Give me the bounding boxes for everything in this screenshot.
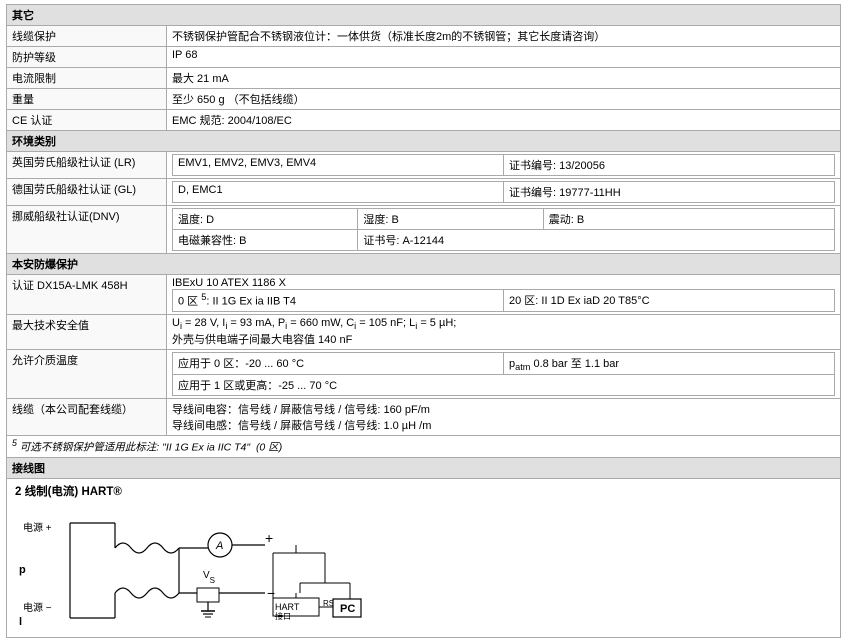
dnv-vibration: 震动: B: [543, 209, 834, 230]
wiring-diagram-svg: 电源 + p 电源 − l: [15, 503, 395, 633]
value-max-safety: Ui = 28 V, Ii = 93 mA, Pi = 660 mW, Ci =…: [167, 314, 841, 349]
wiring-subtitle: 2 线制(电流) HART®: [15, 483, 832, 499]
label-lr: 英国劳氏船级社认证 (LR): [7, 152, 167, 179]
table-row: 重量 至少 650 g （不包括线缆）: [7, 89, 841, 110]
label-current-limit: 电流限制: [7, 68, 167, 89]
label-cable: 线缆（本公司配套线缆）: [7, 399, 167, 436]
cert-line1: IBExU 10 ATEX 1186 X: [172, 277, 835, 289]
dnv-humidity: 湿度: B: [358, 209, 543, 230]
table-row: 英国劳氏船级社认证 (LR) EMV1, EMV2, EMV3, EMV4 证书…: [7, 152, 841, 179]
temp-patm: patm 0.8 bar 至 1.1 bar: [504, 352, 835, 374]
dnv-emc: 电磁兼容性: B: [173, 230, 358, 251]
value-current-limit: 最大 21 mA: [167, 68, 841, 89]
cable-capacitance: 导线间电容：信号线 / 屏蔽信号线 / 信号线: 160 pF/m: [172, 401, 835, 417]
value-cable-protection: 不锈钢保护管配合不锈钢液位计：一体供货（标准长度2m的不锈钢管；其它长度请咨询）: [167, 26, 841, 47]
label-cable-protection: 线缆保护: [7, 26, 167, 47]
table-row: 德国劳氏船级社认证 (GL) D, EMC1 证书编号: 19777-11HH: [7, 179, 841, 206]
section-environment-header: 环境类别: [7, 131, 841, 152]
section-other-title: 其它: [7, 5, 841, 26]
wiring-diagram-row: 2 线制(电流) HART® 电源 + p 电源 − l: [7, 478, 841, 637]
value-ce: EMC 规范: 2004/108/EC: [167, 110, 841, 131]
value-weight: 至少 650 g （不包括线缆）: [167, 89, 841, 110]
value-protection-level: IP 68: [167, 47, 841, 68]
section-intrinsic-title: 本安防爆保护: [7, 254, 841, 275]
table-row: 线缆保护 不锈钢保护管配合不锈钢液位计：一体供货（标准长度2m的不锈钢管；其它长…: [7, 26, 841, 47]
temp-zone1: 应用于 1 区或更高：-25 ... 70 °C: [173, 375, 835, 396]
safety-line1: Ui = 28 V, Ii = 93 mA, Pi = 660 mW, Ci =…: [172, 317, 835, 331]
table-row: 线缆（本公司配套线缆） 导线间电容：信号线 / 屏蔽信号线 / 信号线: 160…: [7, 399, 841, 436]
svg-hart-label: HART: [275, 602, 300, 612]
svg-hart-box-small: [197, 588, 219, 602]
lr-cert-num: 证书编号: 13/20056: [504, 155, 835, 176]
label-dnv: 挪威船级社认证(DNV): [7, 206, 167, 254]
value-temp: 应用于 0 区：-20 ... 60 °C patm 0.8 bar 至 1.1…: [167, 349, 841, 398]
temp-zone0: 应用于 0 区：-20 ... 60 °C: [173, 352, 504, 374]
label-weight: 重量: [7, 89, 167, 110]
gl-cert-num: 证书编号: 19777-11HH: [504, 182, 835, 203]
value-cable: 导线间电容：信号线 / 屏蔽信号线 / 信号线: 160 pF/m 导线间电感：…: [167, 399, 841, 436]
section-other-header: 其它: [7, 5, 841, 26]
svg-plus-sym: +: [265, 530, 273, 546]
value-lr: EMV1, EMV2, EMV3, EMV4 证书编号: 13/20056: [167, 152, 841, 179]
label-temp: 允许介质温度: [7, 349, 167, 398]
svg-ammeter-label: A: [215, 540, 223, 552]
intrinsic-note-row: 5 可选不锈钢保护管适用此标注: "II 1G Ex ia IIC T4" (0…: [7, 436, 841, 458]
page-wrapper: 其它 线缆保护 不锈钢保护管配合不锈钢液位计：一体供货（标准长度2m的不锈钢管；…: [0, 0, 847, 642]
svg-vs-label: VS: [203, 570, 215, 585]
label-max-safety: 最大技术安全值: [7, 314, 167, 349]
section-intrinsic-header: 本安防爆保护: [7, 254, 841, 275]
svg-hart-interface-label: 接口: [275, 611, 291, 621]
svg-pc-label: PC: [340, 603, 355, 615]
table-row: 电流限制 最大 21 mA: [7, 68, 841, 89]
label-ce: CE 认证: [7, 110, 167, 131]
svg-power-minus: 电源 −: [23, 601, 52, 614]
svg-power-plus: 电源 +: [23, 521, 52, 534]
table-row: 允许介质温度 应用于 0 区：-20 ... 60 °C patm 0.8 ba…: [7, 349, 841, 398]
label-gl: 德国劳氏船级社认证 (GL): [7, 179, 167, 206]
value-cert-dx15a: IBExU 10 ATEX 1186 X 0 区 5: II 1G Ex ia …: [167, 275, 841, 315]
table-row: 防护等级 IP 68: [7, 47, 841, 68]
cable-inductance: 导线间电感：信号线 / 屏蔽信号线 / 信号线: 1.0 µH /m: [172, 417, 835, 433]
lr-cert: EMV1, EMV2, EMV3, EMV4: [173, 155, 504, 176]
section-wiring-header: 接线图: [7, 457, 841, 478]
section-environment-title: 环境类别: [7, 131, 841, 152]
wiring-diagram-cell: 2 线制(电流) HART® 电源 + p 电源 − l: [7, 478, 841, 637]
dnv-temp: 温度: D: [173, 209, 358, 230]
section-wiring-title: 接线图: [7, 457, 841, 478]
table-row: CE 认证 EMC 规范: 2004/108/EC: [7, 110, 841, 131]
table-row: 最大技术安全值 Ui = 28 V, Ii = 93 mA, Pi = 660 …: [7, 314, 841, 349]
safety-line2: 外壳与供电端子间最大电容值 140 nF: [172, 331, 835, 347]
table-row: 认证 DX15A-LMK 458H IBExU 10 ATEX 1186 X 0…: [7, 275, 841, 315]
value-dnv: 温度: D 湿度: B 震动: B 电磁兼容性: B 证书号: A-12144: [167, 206, 841, 254]
cert-zone20: 20 区: II 1D Ex iaD 20 T85°C: [504, 290, 835, 312]
svg-l-label: l: [19, 616, 22, 628]
svg-p-label: p: [19, 564, 26, 576]
svg-coil2: [115, 588, 179, 598]
value-gl: D, EMC1 证书编号: 19777-11HH: [167, 179, 841, 206]
label-protection-level: 防护等级: [7, 47, 167, 68]
intrinsic-note: 5 可选不锈钢保护管适用此标注: "II 1G Ex ia IIC T4" (0…: [7, 436, 841, 458]
dnv-cert-num: 证书号: A-12144: [358, 230, 835, 251]
label-cert-dx15a: 认证 DX15A-LMK 458H: [7, 275, 167, 315]
gl-cert: D, EMC1: [173, 182, 504, 203]
cert-zone0: 0 区 5: II 1G Ex ia IIB T4: [173, 290, 504, 312]
table-row: 挪威船级社认证(DNV) 温度: D 湿度: B 震动: B 电磁兼容性: B …: [7, 206, 841, 254]
main-table: 其它 线缆保护 不锈钢保护管配合不锈钢液位计：一体供货（标准长度2m的不锈钢管；…: [6, 4, 841, 638]
svg-coil: [115, 543, 179, 553]
